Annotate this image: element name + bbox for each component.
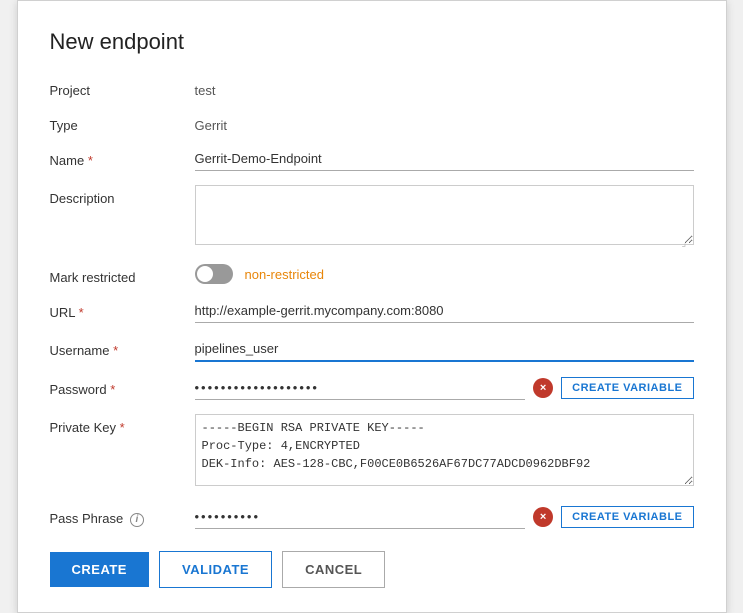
pass-phrase-field-group: × CREATE VARIABLE	[195, 505, 694, 529]
pass-phrase-info-icon[interactable]: i	[130, 513, 144, 527]
project-value: test	[195, 77, 694, 98]
footer-buttons: CREATE VALIDATE CANCEL	[50, 551, 694, 588]
validate-button[interactable]: VALIDATE	[159, 551, 272, 588]
password-label: Password *	[50, 376, 195, 397]
resize-handle: ⌟	[682, 238, 692, 248]
url-required: *	[79, 305, 84, 320]
restricted-toggle[interactable]	[195, 264, 233, 284]
type-row: Type Gerrit	[50, 112, 694, 133]
private-key-label: Private Key *	[50, 414, 195, 435]
toggle-knob	[197, 266, 213, 282]
pass-phrase-clear-button[interactable]: ×	[533, 507, 553, 527]
name-label: Name *	[50, 147, 195, 168]
private-key-textarea[interactable]	[195, 414, 694, 486]
description-row: Description ⌟	[50, 185, 694, 250]
username-row: Username *	[50, 337, 694, 362]
password-field-group: × CREATE VARIABLE	[195, 376, 694, 400]
type-label: Type	[50, 112, 195, 133]
private-key-required: *	[120, 420, 125, 435]
password-required: *	[110, 382, 115, 397]
type-value: Gerrit	[195, 112, 694, 133]
username-required: *	[113, 343, 118, 358]
description-label: Description	[50, 185, 195, 206]
password-row: Password * × CREATE VARIABLE	[50, 376, 694, 400]
pass-phrase-row: Pass Phrase i × CREATE VARIABLE	[50, 505, 694, 529]
cancel-button[interactable]: CANCEL	[282, 551, 385, 588]
name-row: Name *	[50, 147, 694, 171]
toggle-state-label: non-restricted	[245, 267, 324, 282]
password-input[interactable]	[195, 376, 526, 400]
password-clear-button[interactable]: ×	[533, 378, 553, 398]
name-input[interactable]	[195, 147, 694, 171]
name-required: *	[88, 153, 93, 168]
username-input[interactable]	[195, 337, 694, 362]
pass-phrase-label: Pass Phrase i	[50, 505, 195, 527]
url-row: URL *	[50, 299, 694, 323]
mark-restricted-label: Mark restricted	[50, 264, 195, 285]
url-label: URL *	[50, 299, 195, 320]
project-label: Project	[50, 77, 195, 98]
mark-restricted-row: Mark restricted non-restricted	[50, 264, 694, 285]
pass-phrase-create-variable-button[interactable]: CREATE VARIABLE	[561, 506, 693, 528]
project-row: Project test	[50, 77, 694, 98]
username-label: Username *	[50, 337, 195, 358]
description-textarea[interactable]	[195, 185, 694, 245]
url-input[interactable]	[195, 299, 694, 323]
toggle-group: non-restricted	[195, 264, 324, 284]
private-key-row: Private Key *	[50, 414, 694, 491]
pass-phrase-input[interactable]	[195, 505, 526, 529]
dialog-title: New endpoint	[50, 29, 694, 55]
new-endpoint-dialog: New endpoint Project test Type Gerrit Na…	[17, 0, 727, 613]
password-create-variable-button[interactable]: CREATE VARIABLE	[561, 377, 693, 399]
